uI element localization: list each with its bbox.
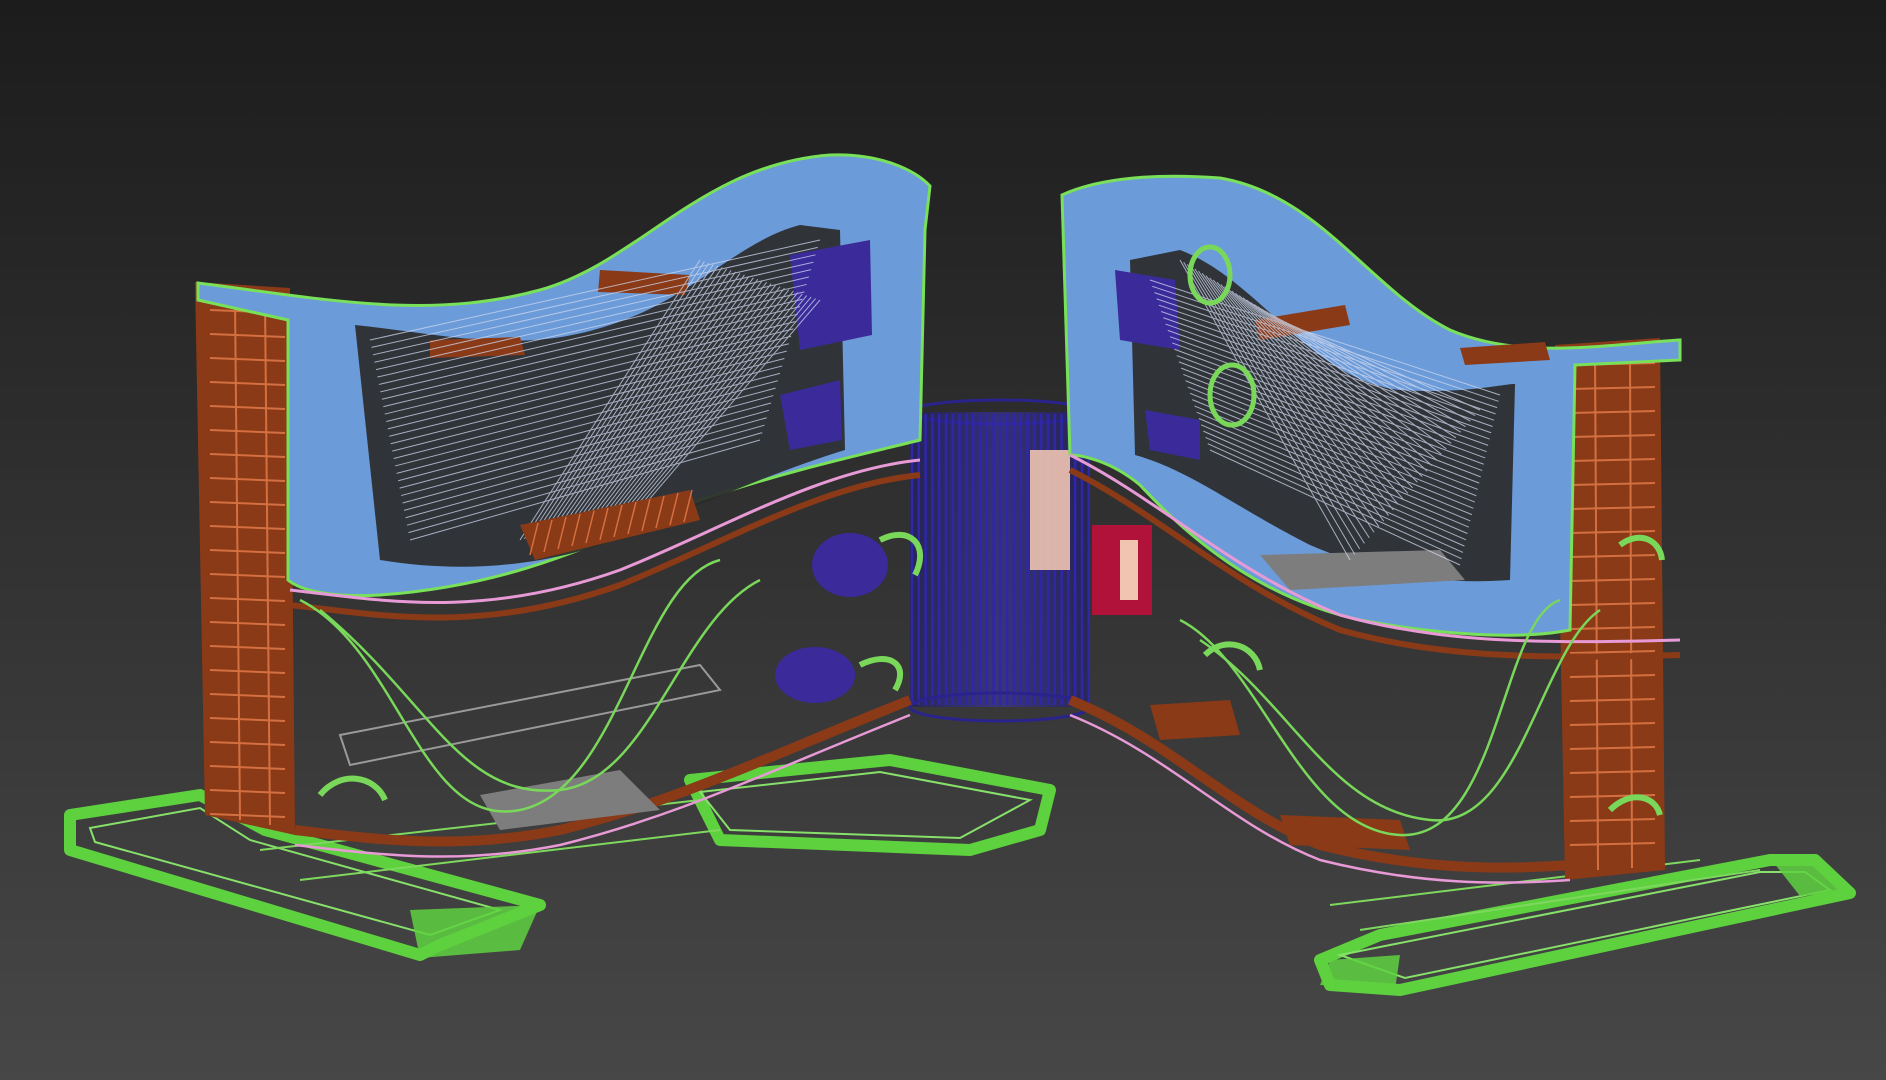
3d-viewport[interactable]: [0, 0, 1886, 1080]
left-wing-structure[interactable]: [195, 153, 932, 858]
right-wing-structure[interactable]: [1060, 174, 1682, 884]
scene-canvas[interactable]: [0, 0, 1886, 1080]
